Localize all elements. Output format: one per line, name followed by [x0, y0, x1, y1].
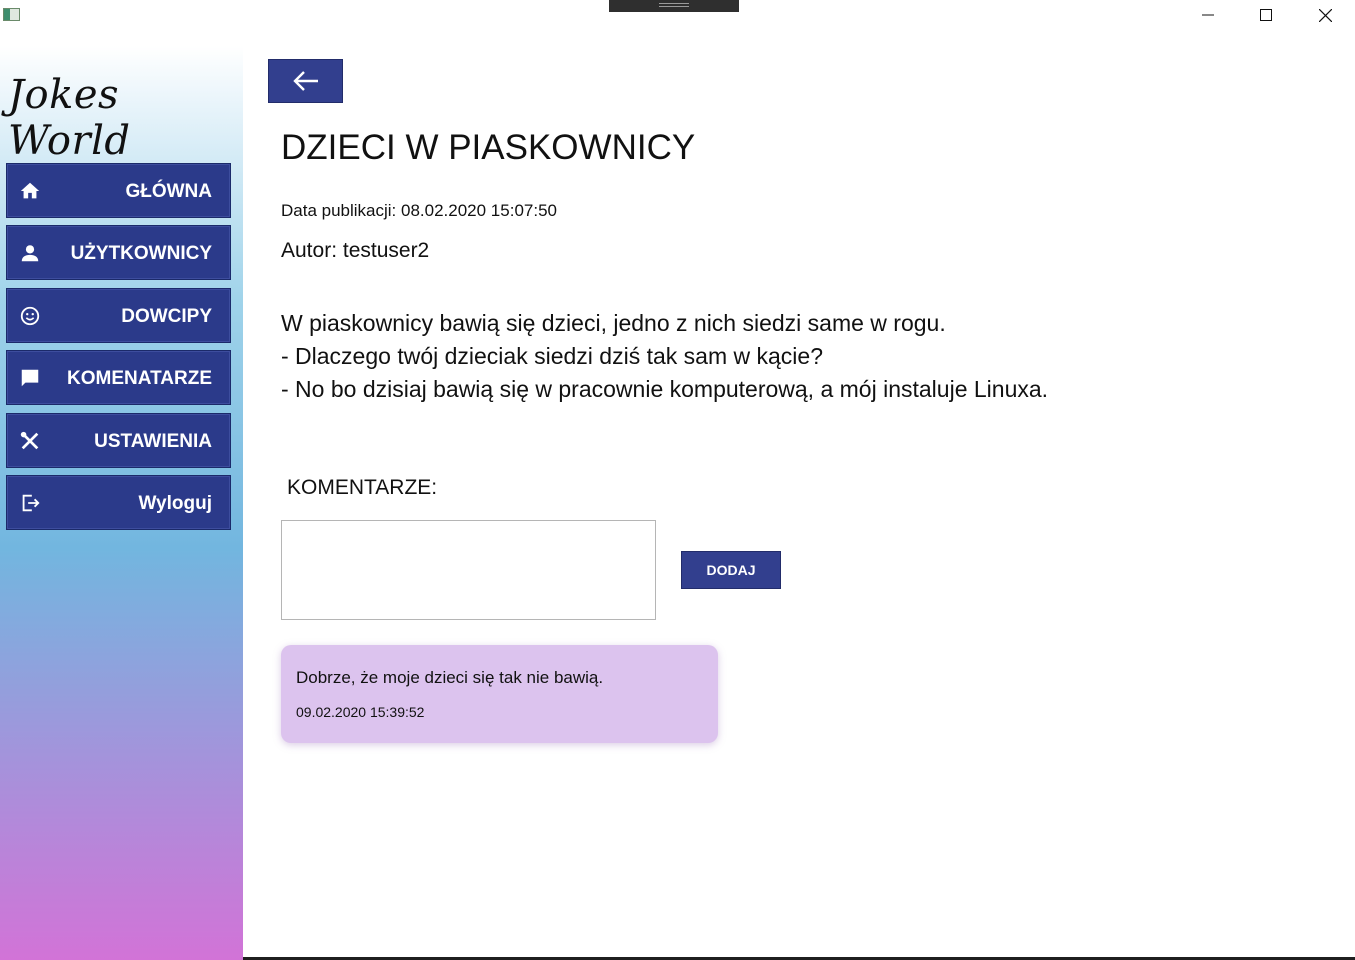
joke-line: - Dlaczego twój dzieciak siedzi dziś tak…: [281, 343, 823, 369]
nav-item-logout[interactable]: Wyloguj: [6, 475, 231, 530]
nav-label: DOWCIPY: [121, 306, 212, 327]
joke-title: DZIECI W PIASKOWNICY: [281, 128, 696, 167]
sidebar: Jokes World GŁÓWNA UŻYTKOWNICY DOWCIPY K…: [0, 46, 243, 960]
home-icon: [20, 182, 40, 199]
drag-handle[interactable]: [609, 0, 739, 12]
maximize-button[interactable]: [1237, 0, 1295, 30]
nav-label: USTAWIENIA: [94, 431, 212, 452]
comment-date: 09.02.2020 15:39:52: [296, 704, 425, 720]
comment-card: Dobrze, że moje dzieci się tak nie bawią…: [281, 645, 718, 743]
nav-item-home[interactable]: GŁÓWNA: [6, 163, 231, 218]
publication-date: Data publikacji: 08.02.2020 15:07:50: [281, 201, 557, 220]
logout-icon: [22, 494, 40, 512]
comment-text: Dobrze, że moje dzieci się tak nie bawią…: [296, 668, 604, 687]
smiley-icon: [20, 306, 40, 326]
joke-author: Autor: testuser2: [281, 239, 430, 262]
minimize-icon: [1202, 14, 1214, 16]
window-title-bar: [0, 0, 1355, 32]
close-button[interactable]: [1296, 0, 1354, 30]
maximize-icon: [1260, 9, 1272, 21]
nav-item-comments[interactable]: KOMENATARZE: [6, 350, 231, 405]
nav-item-users[interactable]: UŻYTKOWNICY: [6, 225, 231, 280]
arrow-left-icon: [292, 71, 318, 91]
joke-line: W piaskownicy bawią się dzieci, jedno z …: [281, 310, 946, 336]
nav-label: KOMENATARZE: [67, 368, 212, 389]
tools-icon: [20, 431, 39, 450]
nav-label: UŻYTKOWNICY: [70, 243, 212, 264]
back-button[interactable]: [268, 59, 343, 103]
nav-label: Wyloguj: [138, 493, 212, 514]
minimize-button[interactable]: [1179, 0, 1237, 30]
nav-label: GŁÓWNA: [125, 181, 212, 202]
nav-item-jokes[interactable]: DOWCIPY: [6, 288, 231, 343]
joke-line: - No bo dzisiaj bawią się w pracownie ko…: [281, 376, 1049, 402]
add-comment-button[interactable]: DODAJ: [681, 551, 781, 589]
comment-icon: [21, 369, 39, 387]
app-icon: [3, 8, 20, 21]
close-icon: [1318, 8, 1332, 22]
nav-item-settings[interactable]: USTAWIENIA: [6, 413, 231, 468]
app-logo: Jokes World: [8, 72, 131, 164]
comment-input[interactable]: [281, 520, 656, 620]
comments-heading: KOMENTARZE:: [287, 476, 438, 499]
user-icon: [21, 245, 39, 262]
joke-content: W piaskownicy bawią się dzieci, jedno z …: [281, 307, 1048, 406]
